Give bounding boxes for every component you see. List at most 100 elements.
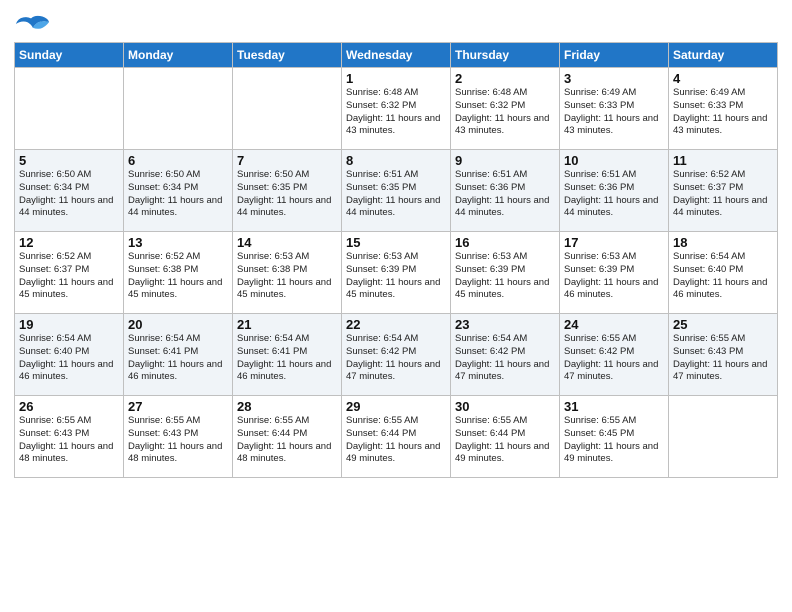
calendar-cell: 6Sunrise: 6:50 AM Sunset: 6:34 PM Daylig…	[124, 150, 233, 232]
day-number: 30	[455, 399, 555, 414]
day-info: Sunrise: 6:53 AM Sunset: 6:39 PM Dayligh…	[564, 251, 664, 302]
day-number: 21	[237, 317, 337, 332]
calendar-cell: 10Sunrise: 6:51 AM Sunset: 6:36 PM Dayli…	[560, 150, 669, 232]
weekday-header-wednesday: Wednesday	[342, 43, 451, 68]
day-number: 17	[564, 235, 664, 250]
day-info: Sunrise: 6:55 AM Sunset: 6:43 PM Dayligh…	[128, 415, 228, 466]
calendar-cell: 11Sunrise: 6:52 AM Sunset: 6:37 PM Dayli…	[669, 150, 778, 232]
calendar-cell: 3Sunrise: 6:49 AM Sunset: 6:33 PM Daylig…	[560, 68, 669, 150]
calendar-cell: 28Sunrise: 6:55 AM Sunset: 6:44 PM Dayli…	[233, 396, 342, 478]
day-number: 3	[564, 71, 664, 86]
calendar-cell: 8Sunrise: 6:51 AM Sunset: 6:35 PM Daylig…	[342, 150, 451, 232]
day-info: Sunrise: 6:54 AM Sunset: 6:42 PM Dayligh…	[455, 333, 555, 384]
day-info: Sunrise: 6:52 AM Sunset: 6:38 PM Dayligh…	[128, 251, 228, 302]
day-info: Sunrise: 6:48 AM Sunset: 6:32 PM Dayligh…	[455, 87, 555, 138]
calendar-cell: 21Sunrise: 6:54 AM Sunset: 6:41 PM Dayli…	[233, 314, 342, 396]
weekday-header-thursday: Thursday	[451, 43, 560, 68]
day-info: Sunrise: 6:54 AM Sunset: 6:40 PM Dayligh…	[673, 251, 773, 302]
logo-bird-icon	[14, 14, 50, 36]
calendar-week-row: 19Sunrise: 6:54 AM Sunset: 6:40 PM Dayli…	[15, 314, 778, 396]
day-number: 13	[128, 235, 228, 250]
day-info: Sunrise: 6:53 AM Sunset: 6:39 PM Dayligh…	[455, 251, 555, 302]
calendar-week-row: 5Sunrise: 6:50 AM Sunset: 6:34 PM Daylig…	[15, 150, 778, 232]
calendar-cell: 29Sunrise: 6:55 AM Sunset: 6:44 PM Dayli…	[342, 396, 451, 478]
day-info: Sunrise: 6:55 AM Sunset: 6:43 PM Dayligh…	[673, 333, 773, 384]
calendar-cell: 9Sunrise: 6:51 AM Sunset: 6:36 PM Daylig…	[451, 150, 560, 232]
calendar-cell: 14Sunrise: 6:53 AM Sunset: 6:38 PM Dayli…	[233, 232, 342, 314]
calendar-cell: 24Sunrise: 6:55 AM Sunset: 6:42 PM Dayli…	[560, 314, 669, 396]
day-number: 29	[346, 399, 446, 414]
day-number: 16	[455, 235, 555, 250]
weekday-header-saturday: Saturday	[669, 43, 778, 68]
day-number: 20	[128, 317, 228, 332]
day-info: Sunrise: 6:55 AM Sunset: 6:44 PM Dayligh…	[237, 415, 337, 466]
calendar-cell: 30Sunrise: 6:55 AM Sunset: 6:44 PM Dayli…	[451, 396, 560, 478]
calendar-cell: 12Sunrise: 6:52 AM Sunset: 6:37 PM Dayli…	[15, 232, 124, 314]
calendar-cell: 15Sunrise: 6:53 AM Sunset: 6:39 PM Dayli…	[342, 232, 451, 314]
day-info: Sunrise: 6:48 AM Sunset: 6:32 PM Dayligh…	[346, 87, 446, 138]
day-number: 1	[346, 71, 446, 86]
calendar-cell	[124, 68, 233, 150]
day-info: Sunrise: 6:55 AM Sunset: 6:44 PM Dayligh…	[346, 415, 446, 466]
day-number: 11	[673, 153, 773, 168]
calendar-cell	[669, 396, 778, 478]
day-info: Sunrise: 6:55 AM Sunset: 6:42 PM Dayligh…	[564, 333, 664, 384]
day-number: 10	[564, 153, 664, 168]
day-number: 4	[673, 71, 773, 86]
day-info: Sunrise: 6:55 AM Sunset: 6:45 PM Dayligh…	[564, 415, 664, 466]
calendar-cell: 26Sunrise: 6:55 AM Sunset: 6:43 PM Dayli…	[15, 396, 124, 478]
calendar-cell: 1Sunrise: 6:48 AM Sunset: 6:32 PM Daylig…	[342, 68, 451, 150]
day-number: 31	[564, 399, 664, 414]
weekday-header-tuesday: Tuesday	[233, 43, 342, 68]
calendar-week-row: 26Sunrise: 6:55 AM Sunset: 6:43 PM Dayli…	[15, 396, 778, 478]
day-number: 15	[346, 235, 446, 250]
day-info: Sunrise: 6:53 AM Sunset: 6:39 PM Dayligh…	[346, 251, 446, 302]
day-number: 19	[19, 317, 119, 332]
weekday-header-row: SundayMondayTuesdayWednesdayThursdayFrid…	[15, 43, 778, 68]
calendar-cell	[233, 68, 342, 150]
day-info: Sunrise: 6:51 AM Sunset: 6:36 PM Dayligh…	[564, 169, 664, 220]
day-number: 12	[19, 235, 119, 250]
day-info: Sunrise: 6:54 AM Sunset: 6:41 PM Dayligh…	[128, 333, 228, 384]
day-number: 23	[455, 317, 555, 332]
calendar-cell: 5Sunrise: 6:50 AM Sunset: 6:34 PM Daylig…	[15, 150, 124, 232]
day-info: Sunrise: 6:50 AM Sunset: 6:34 PM Dayligh…	[19, 169, 119, 220]
day-number: 22	[346, 317, 446, 332]
day-info: Sunrise: 6:54 AM Sunset: 6:41 PM Dayligh…	[237, 333, 337, 384]
day-number: 7	[237, 153, 337, 168]
calendar-cell: 22Sunrise: 6:54 AM Sunset: 6:42 PM Dayli…	[342, 314, 451, 396]
weekday-header-monday: Monday	[124, 43, 233, 68]
calendar-cell: 17Sunrise: 6:53 AM Sunset: 6:39 PM Dayli…	[560, 232, 669, 314]
day-info: Sunrise: 6:50 AM Sunset: 6:34 PM Dayligh…	[128, 169, 228, 220]
calendar-cell: 13Sunrise: 6:52 AM Sunset: 6:38 PM Dayli…	[124, 232, 233, 314]
day-info: Sunrise: 6:52 AM Sunset: 6:37 PM Dayligh…	[673, 169, 773, 220]
day-info: Sunrise: 6:54 AM Sunset: 6:42 PM Dayligh…	[346, 333, 446, 384]
day-number: 5	[19, 153, 119, 168]
calendar-cell: 20Sunrise: 6:54 AM Sunset: 6:41 PM Dayli…	[124, 314, 233, 396]
day-number: 25	[673, 317, 773, 332]
calendar-cell: 27Sunrise: 6:55 AM Sunset: 6:43 PM Dayli…	[124, 396, 233, 478]
calendar-table: SundayMondayTuesdayWednesdayThursdayFrid…	[14, 42, 778, 478]
day-info: Sunrise: 6:55 AM Sunset: 6:44 PM Dayligh…	[455, 415, 555, 466]
day-info: Sunrise: 6:51 AM Sunset: 6:35 PM Dayligh…	[346, 169, 446, 220]
day-number: 14	[237, 235, 337, 250]
day-info: Sunrise: 6:52 AM Sunset: 6:37 PM Dayligh…	[19, 251, 119, 302]
header	[14, 10, 778, 36]
day-number: 27	[128, 399, 228, 414]
day-info: Sunrise: 6:49 AM Sunset: 6:33 PM Dayligh…	[673, 87, 773, 138]
day-number: 8	[346, 153, 446, 168]
day-info: Sunrise: 6:51 AM Sunset: 6:36 PM Dayligh…	[455, 169, 555, 220]
day-info: Sunrise: 6:55 AM Sunset: 6:43 PM Dayligh…	[19, 415, 119, 466]
day-number: 24	[564, 317, 664, 332]
day-number: 2	[455, 71, 555, 86]
day-info: Sunrise: 6:54 AM Sunset: 6:40 PM Dayligh…	[19, 333, 119, 384]
calendar-cell: 7Sunrise: 6:50 AM Sunset: 6:35 PM Daylig…	[233, 150, 342, 232]
day-number: 9	[455, 153, 555, 168]
weekday-header-friday: Friday	[560, 43, 669, 68]
day-info: Sunrise: 6:53 AM Sunset: 6:38 PM Dayligh…	[237, 251, 337, 302]
calendar-cell: 18Sunrise: 6:54 AM Sunset: 6:40 PM Dayli…	[669, 232, 778, 314]
weekday-header-sunday: Sunday	[15, 43, 124, 68]
calendar-week-row: 1Sunrise: 6:48 AM Sunset: 6:32 PM Daylig…	[15, 68, 778, 150]
day-number: 6	[128, 153, 228, 168]
calendar-cell	[15, 68, 124, 150]
